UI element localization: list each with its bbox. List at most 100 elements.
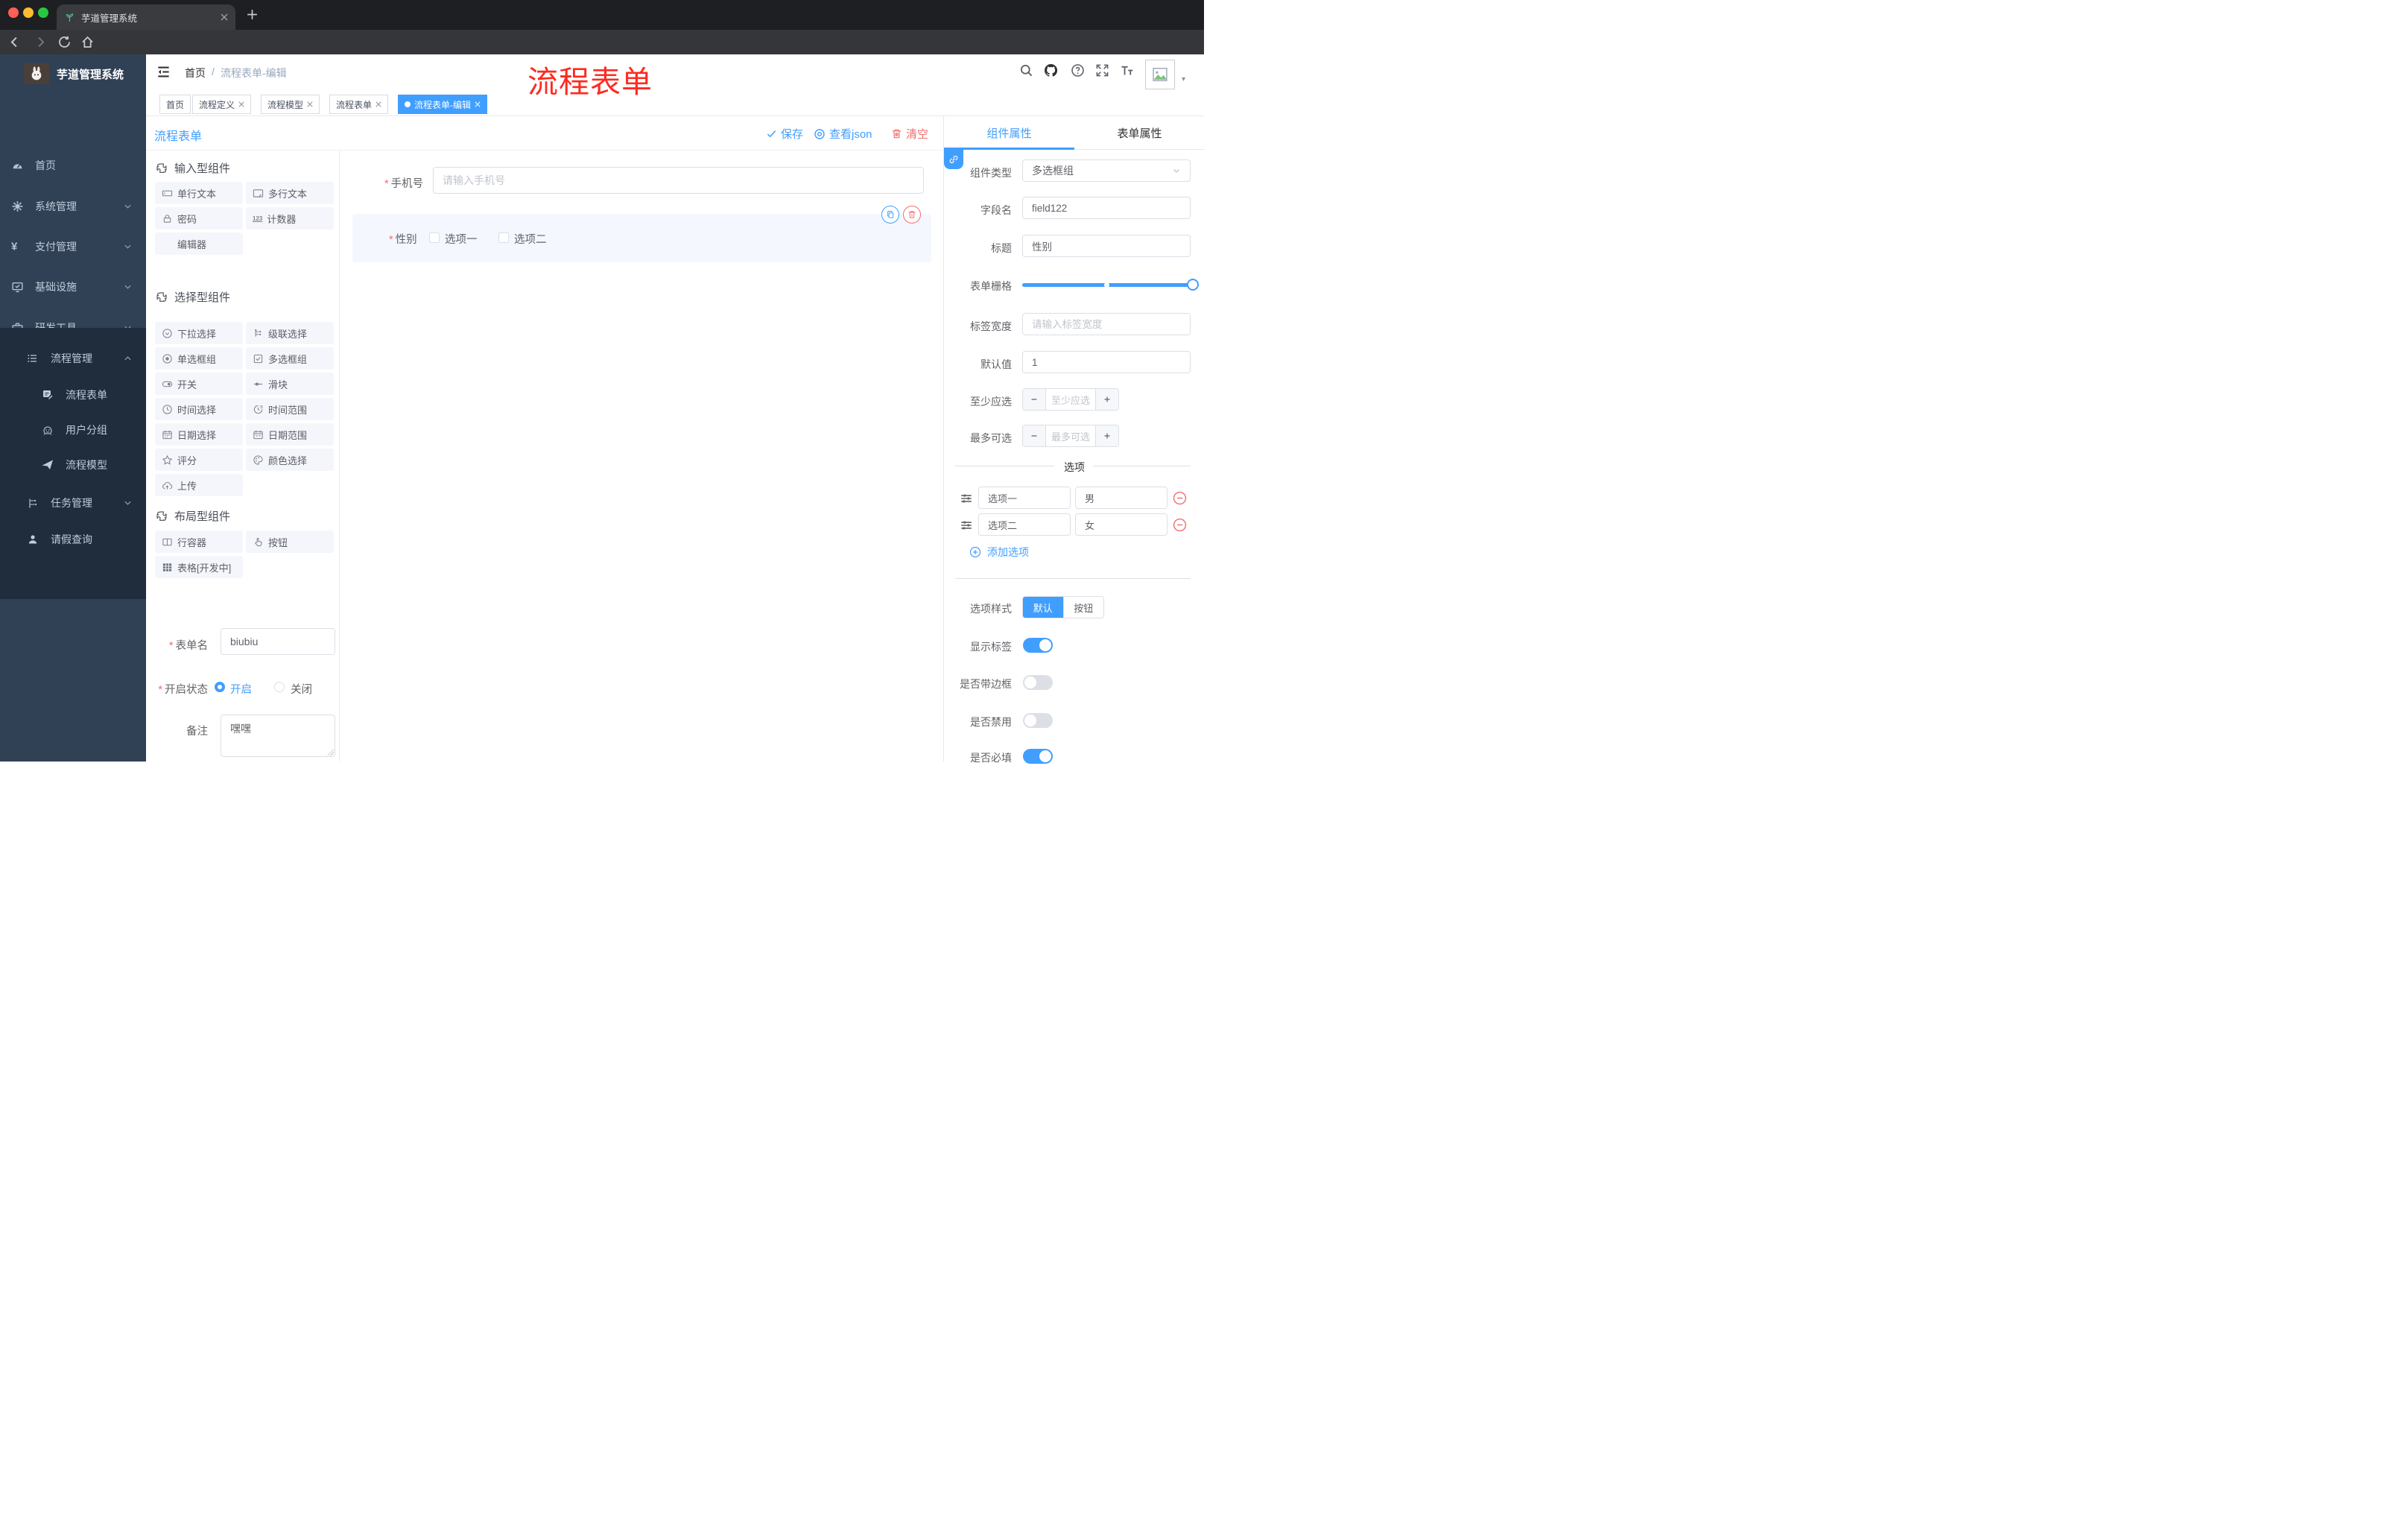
minus-button[interactable] — [1023, 425, 1045, 446]
save-button[interactable]: 保存 — [766, 126, 803, 142]
textarea-resize-handle[interactable] — [327, 749, 334, 756]
palette-item-date-picker[interactable]: 日期选择 — [155, 423, 243, 446]
plus-button[interactable] — [1096, 425, 1118, 446]
sidebar-item-user-group[interactable]: 用户分组 — [0, 411, 146, 449]
field-name-input[interactable] — [1022, 197, 1191, 219]
option-style-segmented[interactable]: 默认 按钮 — [1022, 596, 1104, 618]
tag-close-icon[interactable] — [238, 101, 244, 107]
title-input[interactable] — [1022, 235, 1191, 257]
component-type-select[interactable]: 多选框组 — [1022, 159, 1191, 182]
status-off-radio[interactable] — [274, 682, 285, 692]
palette-item-time-picker[interactable]: 时间选择 — [155, 398, 243, 420]
tag-process-model[interactable]: 流程模型 — [261, 95, 320, 114]
option2-value-input[interactable] — [1075, 513, 1167, 536]
grid-slider[interactable] — [1022, 279, 1199, 291]
plus-button[interactable] — [1096, 389, 1118, 410]
min-select-value[interactable]: 至少应选 — [1045, 389, 1096, 410]
gender-option1-label[interactable]: 选项一 — [445, 231, 478, 247]
palette-item-checkbox-group[interactable]: 多选框组 — [246, 347, 334, 370]
back-icon[interactable] — [7, 35, 22, 49]
required-toggle[interactable] — [1023, 749, 1053, 764]
slider-thumb[interactable] — [1187, 279, 1199, 291]
status-off-label[interactable]: 关闭 — [291, 681, 312, 697]
option2-label-input[interactable] — [978, 513, 1071, 536]
tab-component-props[interactable]: 组件属性 — [944, 116, 1074, 149]
gender-option2-label[interactable]: 选项二 — [514, 231, 547, 247]
palette-item-date-range[interactable]: 日期范围 — [246, 423, 334, 446]
avatar-caret-icon[interactable]: ▾ — [1182, 75, 1185, 83]
font-size-icon[interactable] — [1120, 63, 1134, 77]
tab-close-icon[interactable] — [221, 13, 228, 21]
tag-home[interactable]: 首页 — [159, 95, 191, 114]
disabled-toggle[interactable] — [1023, 713, 1053, 728]
sidebar-item-leave-query[interactable]: 请假查询 — [0, 520, 146, 559]
palette-item-single-text[interactable]: 单行文本 — [155, 182, 243, 204]
palette-item-row-container[interactable]: 行容器 — [155, 531, 243, 553]
sidebar-item-system[interactable]: 系统管理 — [0, 187, 146, 226]
new-tab-button[interactable] — [246, 8, 259, 21]
gender-option2-checkbox[interactable] — [498, 232, 509, 243]
palette-item-time-range[interactable]: 时间范围 — [246, 398, 334, 420]
border-toggle[interactable] — [1023, 675, 1053, 690]
fullscreen-icon[interactable] — [1095, 63, 1109, 77]
sidebar-fold-icon[interactable] — [156, 65, 171, 79]
clear-button[interactable]: 清空 — [891, 126, 928, 142]
github-icon[interactable] — [1044, 63, 1058, 77]
status-on-label[interactable]: 开启 — [230, 681, 252, 697]
tag-process-form-edit[interactable]: 流程表单-编辑 — [398, 95, 487, 114]
widget-copy-button[interactable] — [881, 206, 899, 224]
palette-item-textarea[interactable]: 多行文本 — [246, 182, 334, 204]
tag-process-definition[interactable]: 流程定义 — [192, 95, 252, 114]
phone-input[interactable] — [433, 167, 924, 194]
min-select-stepper[interactable]: 至少应选 — [1022, 388, 1119, 411]
minimize-window-button[interactable] — [23, 7, 34, 18]
add-option-button[interactable]: 添加选项 — [969, 545, 1029, 560]
style-default-button[interactable]: 默认 — [1023, 597, 1063, 618]
status-on-radio[interactable] — [215, 682, 225, 692]
palette-item-password[interactable]: 密码 — [155, 207, 243, 229]
palette-item-rate[interactable]: 评分 — [155, 449, 243, 471]
remove-option-button[interactable] — [1173, 518, 1187, 532]
home-icon[interactable] — [80, 35, 95, 49]
tag-close-icon[interactable] — [307, 101, 313, 107]
tag-process-form[interactable]: 流程表单 — [329, 95, 389, 114]
default-value-input[interactable] — [1022, 351, 1191, 373]
palette-item-cascader[interactable]: 级联选择 — [246, 322, 334, 344]
label-width-input[interactable] — [1022, 313, 1191, 335]
form-canvas[interactable]: *手机号 *性别 选项一 选项二 — [340, 151, 943, 762]
forward-icon[interactable] — [34, 35, 48, 49]
minus-button[interactable] — [1023, 389, 1045, 410]
palette-item-table[interactable]: 表格[开发中] — [155, 556, 243, 578]
sidebar-item-process-form[interactable]: 流程表单 — [0, 376, 146, 414]
option-drag-handle-icon[interactable] — [960, 492, 973, 505]
user-avatar[interactable] — [1145, 60, 1175, 89]
maximize-window-button[interactable] — [38, 7, 48, 18]
gender-option1-checkbox[interactable] — [429, 232, 440, 243]
sidebar-logo[interactable]: 芋道管理系统 — [0, 54, 146, 93]
sidebar-item-infra[interactable]: 基础设施 — [0, 267, 146, 306]
view-json-button[interactable]: 查看json — [814, 126, 872, 142]
palette-item-color-picker[interactable]: 颜色选择 — [246, 449, 334, 471]
close-window-button[interactable] — [8, 7, 19, 18]
option-drag-handle-icon[interactable] — [960, 519, 973, 532]
option1-label-input[interactable] — [978, 487, 1071, 509]
browser-tab[interactable]: 芋道管理系统 — [57, 4, 235, 30]
show-label-toggle[interactable] — [1023, 638, 1053, 653]
remove-option-button[interactable] — [1173, 491, 1187, 505]
widget-delete-button[interactable] — [903, 206, 921, 224]
option1-value-input[interactable] — [1075, 487, 1167, 509]
sidebar-item-task-mgmt[interactable]: 任务管理 — [0, 484, 146, 522]
sidebar-item-payment[interactable]: ¥ 支付管理 — [0, 227, 146, 266]
palette-item-select[interactable]: 下拉选择 — [155, 322, 243, 344]
sidebar-item-process-mgmt[interactable]: 流程管理 — [0, 339, 146, 378]
breadcrumb-home[interactable]: 首页 — [185, 66, 206, 80]
tag-close-icon[interactable] — [475, 101, 481, 107]
form-name-input[interactable] — [221, 628, 335, 655]
palette-item-button[interactable]: 按钮 — [246, 531, 334, 553]
remark-textarea[interactable]: 嘿嘿 — [221, 715, 335, 757]
tab-form-props[interactable]: 表单属性 — [1074, 116, 1205, 149]
help-icon[interactable] — [1071, 63, 1085, 77]
palette-item-upload[interactable]: 上传 — [155, 474, 243, 496]
max-select-value[interactable]: 最多可选 — [1045, 425, 1096, 446]
reload-icon[interactable] — [57, 35, 72, 49]
